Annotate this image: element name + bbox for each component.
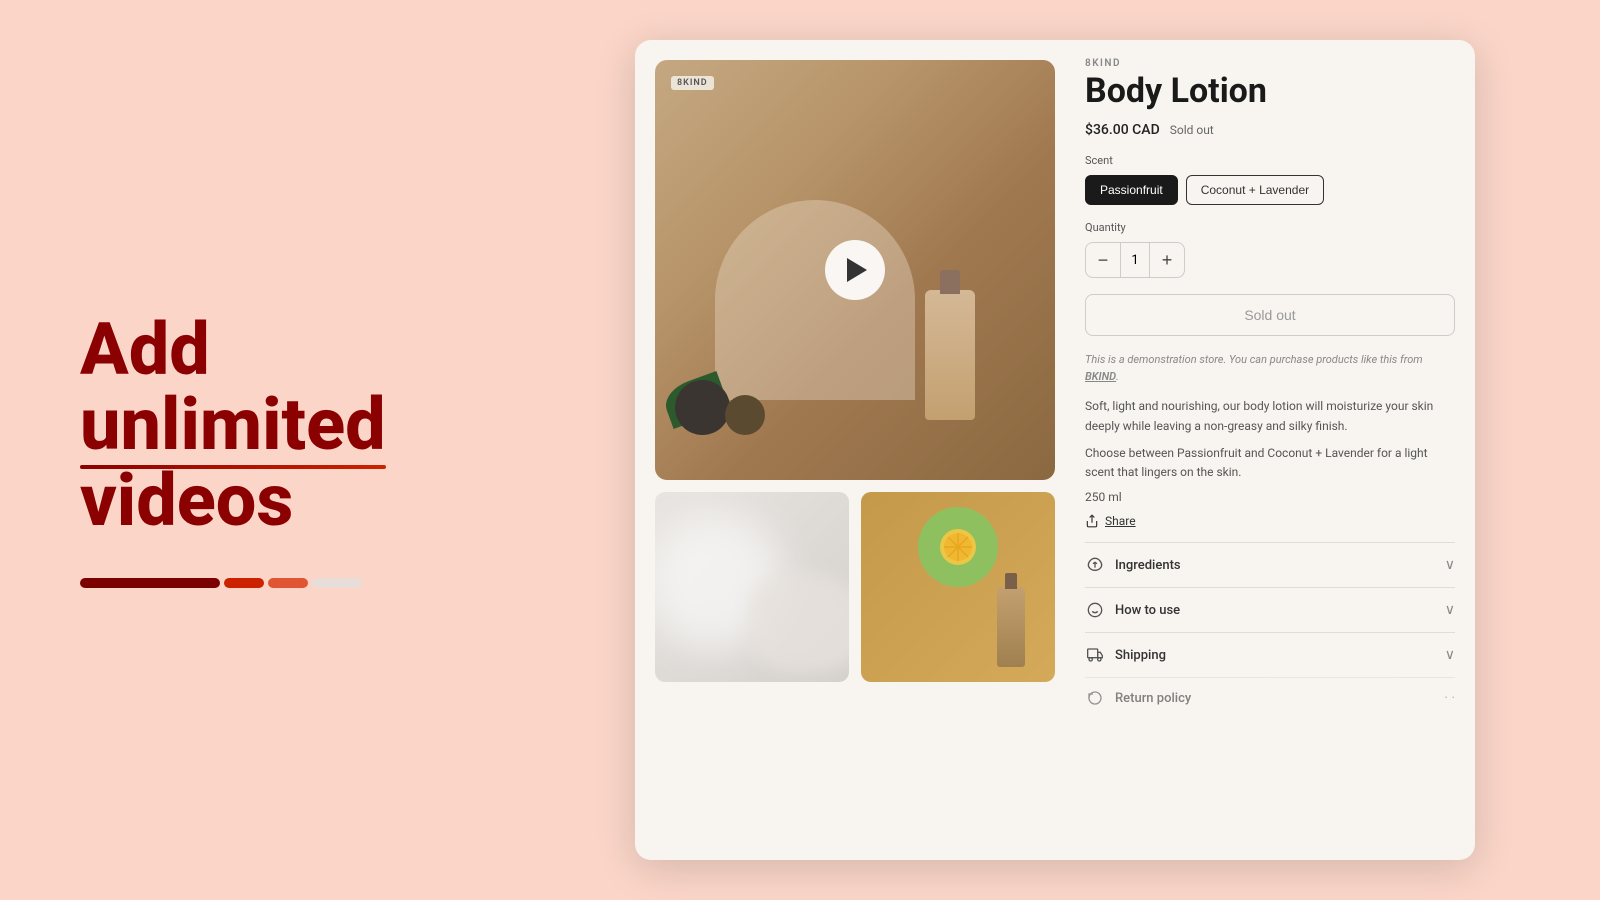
share-icon (1085, 514, 1099, 528)
bottle-thumb2 (997, 587, 1025, 667)
bottle-cap-thumb2 (1005, 573, 1017, 589)
right-panel: 8KIND (540, 10, 1600, 890)
accordion-return-policy[interactable]: Return policy · · (1085, 677, 1455, 718)
scent-options: Passionfruit Coconut + Lavender (1085, 175, 1455, 205)
ingredients-icon (1087, 557, 1103, 573)
how-to-use-icon (1087, 602, 1103, 618)
scent-passionfruit[interactable]: Passionfruit (1085, 175, 1178, 205)
leaf-icon (1085, 555, 1105, 575)
scent-label: Scent (1085, 154, 1455, 167)
accordion-shipping-left: Shipping (1085, 645, 1166, 665)
progress-segment-3 (268, 578, 308, 588)
product-size: 250 ml (1085, 490, 1455, 504)
product-description-2: Choose between Passionfruit and Coconut … (1085, 444, 1455, 482)
ingredients-chevron: ∨ (1445, 557, 1455, 573)
product-card: 8KIND (635, 40, 1475, 860)
progress-segment-4 (312, 578, 362, 588)
shipping-chevron: ∨ (1445, 647, 1455, 663)
thumbnail-2[interactable] (861, 492, 1055, 682)
sold-out-button[interactable]: Sold out (1085, 294, 1455, 336)
quantity-value: 1 (1120, 243, 1150, 277)
headline-line1: Add (80, 307, 210, 392)
demo-link[interactable]: BKIND (1085, 370, 1116, 383)
left-panel: Add unlimited videos (0, 252, 540, 649)
accordion-ingredients[interactable]: Ingredients ∨ (1085, 542, 1455, 587)
quantity-increase-button[interactable]: + (1150, 243, 1184, 277)
how-to-use-label: How to use (1115, 603, 1180, 618)
accordion-how-to-use-left: How to use (1085, 600, 1180, 620)
return-policy-icon (1087, 690, 1103, 706)
shipping-label: Shipping (1115, 648, 1166, 663)
thumbnail-row (655, 492, 1055, 682)
main-video[interactable]: 8KIND (655, 60, 1055, 480)
brand-name: 8KIND (1085, 58, 1455, 69)
accordion-ingredients-left: Ingredients (1085, 555, 1181, 575)
thumbnail-1[interactable] (655, 492, 849, 682)
sold-out-badge: Sold out (1170, 123, 1214, 137)
thumb2-circle (918, 507, 998, 587)
shipping-icon (1087, 647, 1103, 663)
citrus-icon (938, 527, 978, 567)
share-link[interactable]: Share (1085, 514, 1455, 528)
box-icon (1085, 645, 1105, 665)
progress-segment-1 (80, 578, 220, 588)
how-to-use-chevron: ∨ (1445, 602, 1455, 618)
hero-headline: Add unlimited videos (80, 312, 480, 539)
play-button[interactable] (825, 240, 885, 300)
media-column: 8KIND (635, 40, 1075, 860)
quantity-decrease-button[interactable]: − (1086, 243, 1120, 277)
headline-line3: videos (80, 458, 293, 543)
product-description-1: Soft, light and nourishing, our body lot… (1085, 397, 1455, 435)
price-row: $36.00 CAD Sold out (1085, 122, 1455, 138)
demo-notice: This is a demonstration store. You can p… (1085, 352, 1455, 385)
scent-coconut-lavender[interactable]: Coconut + Lavender (1186, 175, 1324, 205)
product-title: Body Lotion (1085, 73, 1455, 110)
accordion-return-left: Return policy (1085, 688, 1191, 708)
quantity-control: − 1 + (1085, 242, 1185, 278)
ingredients-label: Ingredients (1115, 558, 1181, 573)
quantity-label: Quantity (1085, 221, 1455, 234)
progress-segment-2 (224, 578, 264, 588)
product-price: $36.00 CAD (1085, 122, 1160, 138)
play-icon (847, 258, 867, 282)
progress-bar (80, 578, 480, 588)
share-label: Share (1105, 514, 1136, 528)
info-column: 8KIND Body Lotion $36.00 CAD Sold out Sc… (1075, 40, 1475, 860)
return-icon (1085, 688, 1105, 708)
video-overlay (655, 60, 1055, 480)
return-policy-label: Return policy (1115, 691, 1191, 706)
return-policy-chevron: · · (1444, 690, 1455, 706)
face-icon (1085, 600, 1105, 620)
swipe-decor-2 (749, 572, 849, 672)
accordion-shipping[interactable]: Shipping ∨ (1085, 632, 1455, 677)
headline-line2: unlimited (80, 387, 386, 463)
accordion-how-to-use[interactable]: How to use ∨ (1085, 587, 1455, 632)
